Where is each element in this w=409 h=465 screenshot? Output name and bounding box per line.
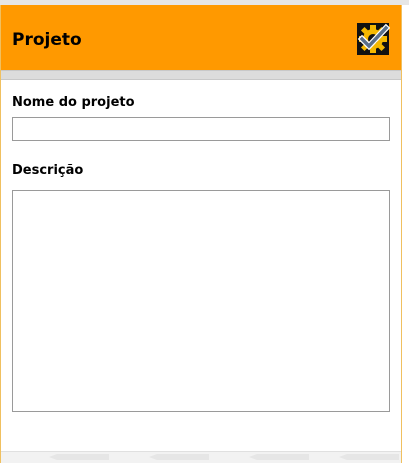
description-textarea[interactable] bbox=[12, 190, 390, 412]
panel-header: Projeto bbox=[1, 5, 401, 70]
project-name-label: Nome do projeto bbox=[12, 95, 135, 110]
project-panel: Projeto Nome do projeto Descrição bbox=[0, 5, 402, 463]
footer-divider-icon bbox=[249, 454, 309, 460]
save-gear-check-icon[interactable] bbox=[356, 22, 391, 56]
project-name-input[interactable] bbox=[12, 117, 390, 141]
footer-bar bbox=[1, 451, 401, 463]
footer-divider-icon bbox=[49, 454, 109, 460]
footer-divider-icon bbox=[149, 454, 209, 460]
header-divider bbox=[1, 70, 401, 80]
description-label: Descrição bbox=[12, 163, 84, 178]
footer-divider-icon bbox=[339, 454, 399, 460]
page-title: Projeto bbox=[12, 30, 82, 50]
